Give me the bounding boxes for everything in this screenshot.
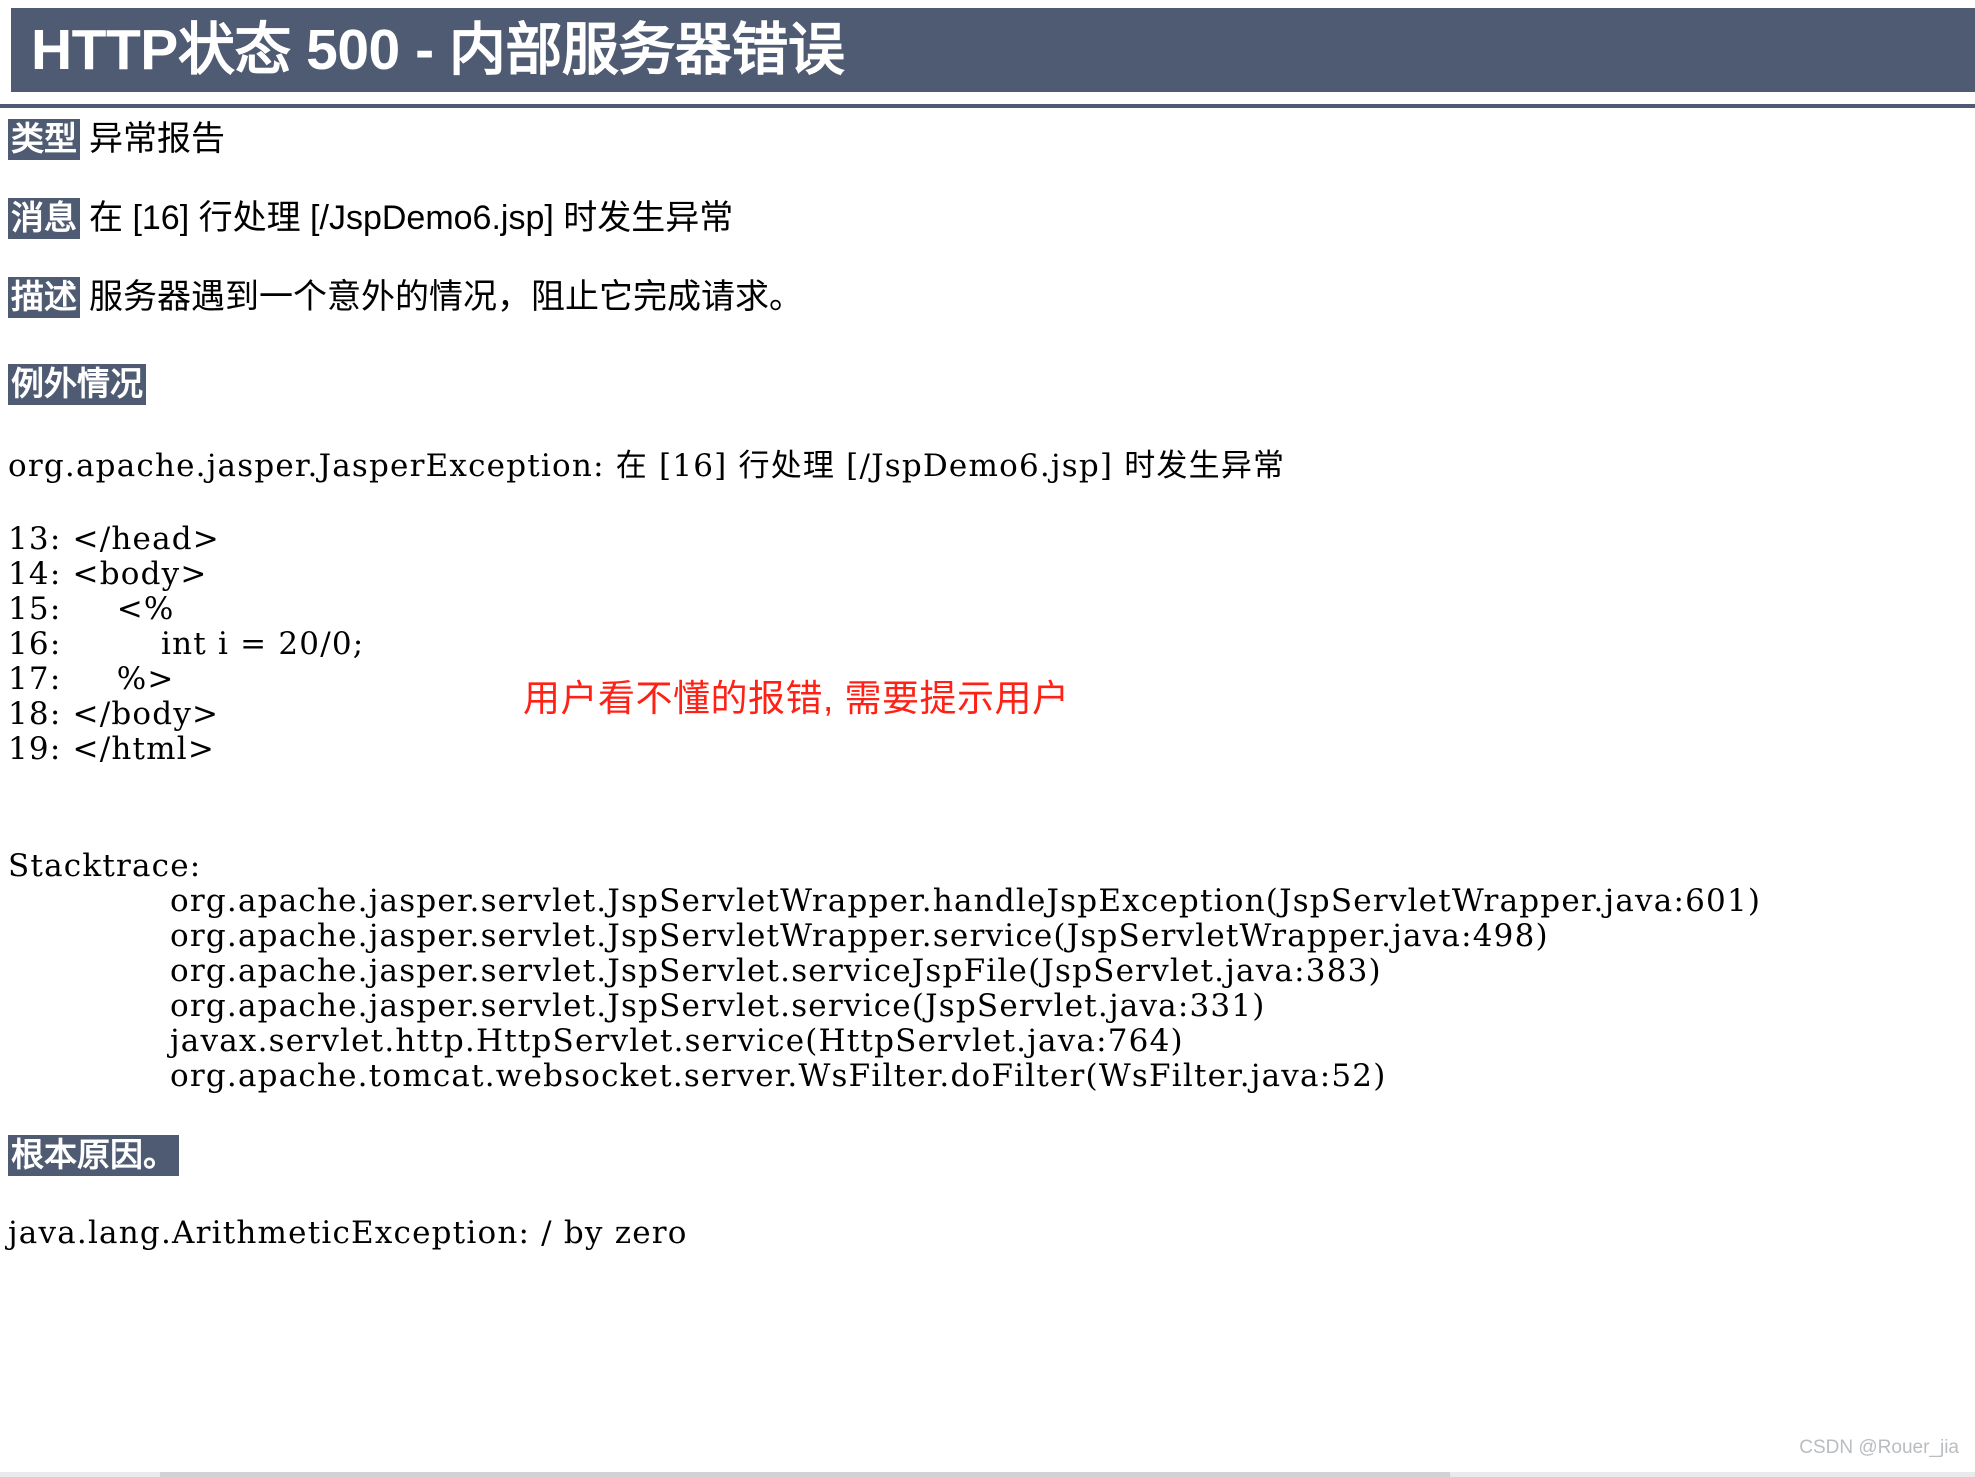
- field-description: 描述 服务器遇到一个意外的情况，阻止它完成请求。: [0, 277, 1975, 319]
- field-message-label: 消息: [8, 198, 80, 240]
- field-message-value: 在 [16] 行处理 [/JspDemo6.jsp] 时发生异常: [89, 199, 734, 238]
- exception-message: org.apache.jasper.JasperException: 在 [16…: [8, 448, 1286, 485]
- stacktrace-label: Stacktrace:: [8, 847, 202, 884]
- code-line: 19: </html>: [8, 730, 216, 767]
- code-line: 16: int i = 20/0;: [8, 625, 365, 662]
- exception-section-heading: 例外情况: [0, 357, 1975, 406]
- root-cause-heading: 根本原因。: [0, 1128, 1975, 1176]
- red-annotation-note: 用户看不懂的报错, 需要提示用户: [523, 678, 1070, 719]
- bottom-scrollbar-thumb[interactable]: [160, 1472, 1450, 1477]
- jsp-code-listing: 13: </head> 14: <body> 15: <% 16: int i …: [0, 522, 1975, 767]
- code-line: 13: </head>: [8, 520, 220, 557]
- code-line: 14: <body>: [8, 555, 208, 592]
- field-type-value: 异常报告: [89, 120, 225, 158]
- error-page: HTTP状态 500 - 内部服务器错误 类型 异常报告 消息在 [16] 行处理…: [0, 0, 1975, 1477]
- exception-heading-label: 例外情况: [8, 364, 146, 406]
- stacktrace-line: org.apache.jasper.servlet.JspServletWrap…: [170, 882, 1762, 919]
- page-header-banner: HTTP状态 500 - 内部服务器错误: [11, 8, 1975, 92]
- stacktrace-line: javax.servlet.http.HttpServlet.service(H…: [170, 1022, 1184, 1059]
- root-cause-message: java.lang.ArithmeticException: / by zero: [8, 1214, 688, 1251]
- root-cause-heading-label: 根本原因。: [8, 1134, 179, 1176]
- header-divider: [0, 104, 1975, 108]
- stacktrace-line: org.apache.jasper.servlet.JspServletWrap…: [170, 917, 1549, 954]
- stacktrace-list: org.apache.jasper.servlet.JspServletWrap…: [0, 882, 1975, 1094]
- field-description-label: 描述: [8, 277, 80, 319]
- field-message: 消息在 [16] 行处理 [/JspDemo6.jsp] 时发生异常: [0, 198, 1975, 240]
- stacktrace-line: org.apache.jasper.servlet.JspServlet.ser…: [170, 987, 1266, 1024]
- stacktrace-line: org.apache.tomcat.websocket.server.WsFil…: [170, 1057, 1387, 1094]
- stacktrace-line: org.apache.jasper.servlet.JspServlet.ser…: [170, 952, 1382, 989]
- page-title: HTTP状态 500 - 内部服务器错误: [31, 17, 845, 82]
- field-type-label: 类型: [8, 119, 80, 160]
- field-description-value: 服务器遇到一个意外的情况，阻止它完成请求。: [89, 278, 803, 317]
- watermark: CSDN @Rouer_jia: [1799, 1437, 1959, 1458]
- code-line: 15: <%: [8, 590, 175, 627]
- field-type: 类型 异常报告: [0, 119, 1975, 160]
